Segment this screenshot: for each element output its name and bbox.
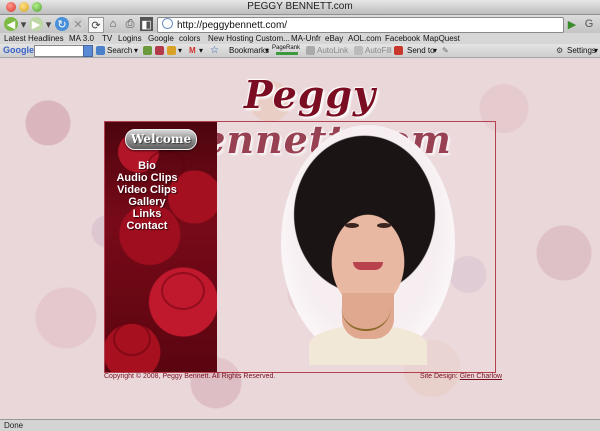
pencil-icon[interactable]: ✎ [442, 44, 449, 57]
bookmark-facebook[interactable]: Facebook [385, 33, 420, 44]
bookmark-colors[interactable]: colors [179, 33, 200, 44]
google-search-button[interactable]: Search [107, 44, 132, 57]
portrait-smile [353, 262, 383, 270]
portrait-eye [377, 223, 391, 228]
autofill-icon[interactable] [354, 46, 363, 55]
bookmark-google[interactable]: Google [148, 33, 174, 44]
go-button[interactable]: ▶ [566, 17, 578, 31]
portrait-eye [345, 223, 359, 228]
bookmark-tv[interactable]: TV [102, 33, 112, 44]
credit-label: Site Design: [420, 373, 458, 380]
sidebar-toggle-icon[interactable]: ◧ [140, 17, 153, 31]
rose-sidebar: Welcome Bio Audio Clips Video Clips Gall… [105, 122, 217, 372]
google-search-input[interactable] [34, 45, 84, 57]
site-menu: Bio Audio Clips Video Clips Gallery Link… [105, 160, 189, 232]
popup-blocker-icon[interactable] [155, 46, 164, 55]
welcome-badge: Welcome [125, 129, 197, 150]
send-to-dropdown-icon[interactable]: ▾ [433, 44, 437, 57]
google-toolbar: Google Search ▾ ▾ M ▾ ☆ Bookmarks ▾ Page… [0, 44, 600, 58]
content-frame: Welcome Bio Audio Clips Video Clips Gall… [104, 121, 496, 373]
google-logo: Google [3, 45, 34, 55]
bookmark-latest-headlines[interactable]: Latest Headlines [4, 33, 64, 44]
spellcheck-icon[interactable] [167, 46, 176, 55]
menu-video-clips-link[interactable]: Video Clips [105, 184, 189, 196]
send-to-button[interactable]: Send to [407, 44, 435, 57]
autolink-button[interactable]: AutoLink [317, 44, 348, 57]
menu-gallery-link[interactable]: Gallery [105, 196, 189, 208]
bookmark-ebay[interactable]: eBay [325, 33, 343, 44]
site-icon [162, 18, 173, 29]
bookmark-logins[interactable]: Logins [118, 33, 142, 44]
menu-contact-link[interactable]: Contact [105, 220, 189, 232]
back-history-icon[interactable]: ▾ [20, 17, 27, 31]
menu-bio-link[interactable]: Bio [105, 160, 189, 172]
home-icon[interactable]: ⌂ [106, 17, 120, 31]
autolink-icon[interactable] [306, 46, 315, 55]
forward-history-icon[interactable]: ▾ [45, 17, 52, 31]
window-title: PEGGY BENNETT.com [247, 1, 353, 12]
bookmark-mapquest[interactable]: MapQuest [423, 33, 460, 44]
back-button[interactable]: ◀ [4, 17, 18, 31]
status-text: Done [4, 421, 24, 430]
gmail-icon[interactable]: M [189, 44, 196, 57]
navigation-toolbar: ◀ ▾ ▶ ▾ ↻ ✕ ⟳ ⌂ ⎙ ◧ http://peggybennett.… [0, 15, 600, 33]
google-bookmarks-button[interactable]: Bookmarks [229, 44, 269, 57]
search-dropdown-icon[interactable]: ▾ [134, 44, 138, 57]
search-icon [96, 46, 105, 55]
rose-petal-decoration [113, 322, 151, 356]
status-bar: Done [0, 419, 600, 431]
menu-links-link[interactable]: Links [105, 208, 189, 220]
stop-button[interactable]: ✕ [71, 17, 85, 31]
reload-button[interactable]: ↻ [55, 17, 69, 31]
bookmark-ma-3[interactable]: MA 3.0 [69, 33, 94, 44]
address-text: http://peggybennett.com/ [177, 20, 288, 31]
menu-audio-clips-link[interactable]: Audio Clips [105, 172, 189, 184]
google-search-dropdown-icon[interactable] [83, 45, 93, 57]
star-icon[interactable]: ☆ [210, 44, 219, 57]
window-titlebar: PEGGY BENNETT.com [0, 0, 600, 15]
news-icon[interactable] [143, 46, 152, 55]
site-credit: Site Design: Glen Charlow [420, 373, 502, 380]
send-to-icon[interactable] [394, 46, 403, 55]
search-engine-icon[interactable]: G [583, 17, 595, 31]
forward-button[interactable]: ▶ [29, 17, 43, 31]
pagerank-bar [276, 52, 298, 55]
settings-button[interactable]: Settings [567, 44, 596, 57]
new-tab-icon[interactable]: ⟳ [88, 17, 104, 33]
designer-link[interactable]: Glen Charlow [460, 373, 502, 380]
gmail-dropdown-icon[interactable]: ▾ [199, 44, 203, 57]
settings-gear-icon[interactable]: ⚙ [556, 44, 563, 57]
options-dropdown-icon[interactable]: ▾ [178, 44, 182, 57]
page-content: Peggy Bennett.com Welcome Bio Audio Clip… [0, 58, 600, 419]
address-bar[interactable]: http://peggybennett.com/ [157, 17, 564, 33]
print-icon[interactable]: ⎙ [123, 17, 137, 31]
settings-dropdown-icon[interactable]: ▾ [594, 44, 598, 57]
copyright-text: Copyright © 2008, Peggy Bennett. All Rig… [104, 373, 276, 380]
portrait-photo [281, 125, 455, 365]
autofill-button[interactable]: AutoFill [365, 44, 392, 57]
rose-petal-decoration [161, 272, 205, 310]
bookmark-aol[interactable]: AOL.com [348, 33, 381, 44]
bookmarks-dropdown-icon[interactable]: ▾ [265, 44, 269, 57]
